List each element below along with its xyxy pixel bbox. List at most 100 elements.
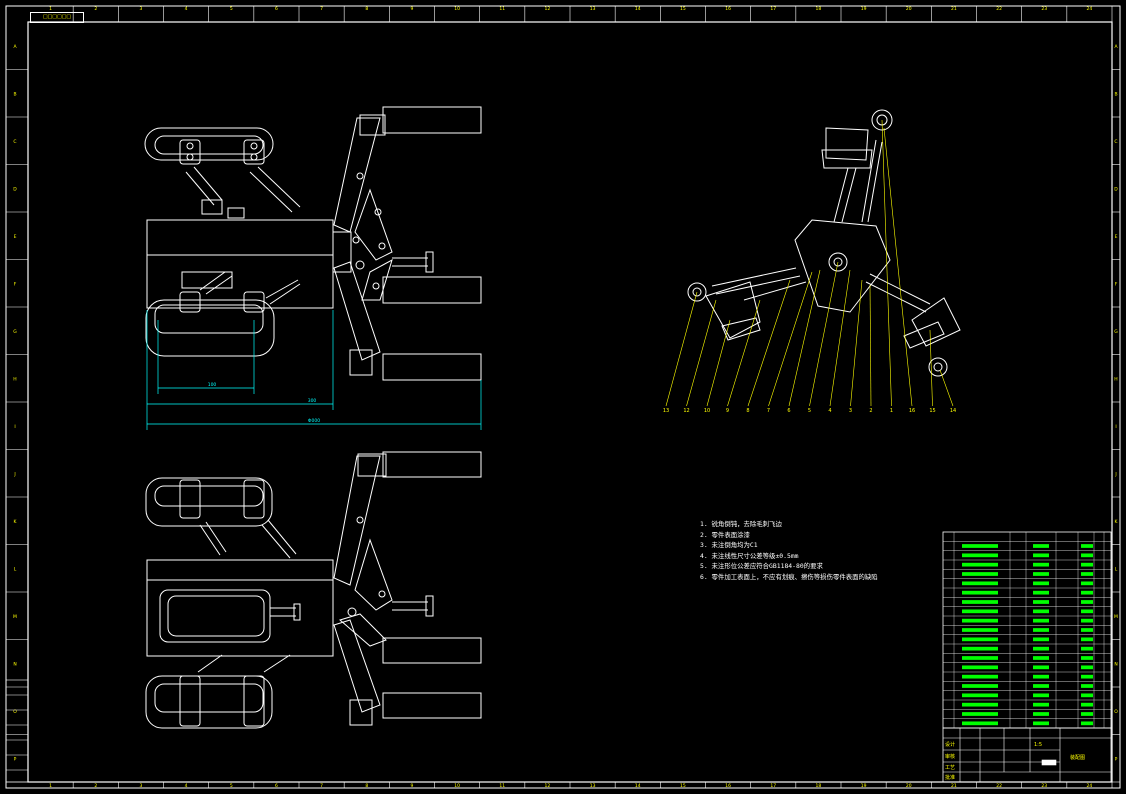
- leader-line: [881, 119, 892, 407]
- col-label: 13: [590, 6, 596, 12]
- bom-cell-mark: [1033, 628, 1049, 632]
- bom-cell-mark: [1033, 702, 1049, 707]
- balloon-number: 15: [929, 408, 935, 414]
- note-5: 5. 未注形位公差应符合GB1184-80的要求: [700, 562, 823, 571]
- outer-frame: [5, 5, 1121, 789]
- row-label: K: [1115, 519, 1119, 525]
- bom-cell-mark: [962, 600, 998, 604]
- row-label: I: [14, 424, 15, 430]
- title-label-design: 设计: [945, 741, 955, 748]
- bom-cell-mark: [1081, 656, 1093, 660]
- row-label: E: [14, 234, 17, 240]
- leader-line: [809, 261, 839, 407]
- leader-line: [706, 319, 731, 407]
- title-block: [942, 727, 1112, 783]
- bom-cell-mark: [1081, 637, 1093, 642]
- bom-cell-mark: [1033, 693, 1049, 698]
- balloon-number: 9: [726, 408, 729, 414]
- bom-cell-mark: [962, 562, 998, 567]
- row-label: A: [13, 44, 17, 50]
- bom-cell-mark: [1081, 684, 1093, 688]
- balloon-number: 12: [683, 408, 689, 414]
- bom-cell-mark: [1081, 693, 1093, 698]
- bom-cell-mark: [1033, 656, 1049, 660]
- col-label: 8: [365, 6, 368, 12]
- col-label: 24: [1087, 6, 1093, 12]
- bom-cell-mark: [1033, 572, 1049, 576]
- col-label: 6: [275, 6, 278, 12]
- bom-cell-mark: [1081, 581, 1093, 586]
- col-label: 22: [996, 783, 1002, 789]
- bom-cell-mark: [1081, 674, 1093, 679]
- row-label: L: [1115, 566, 1118, 572]
- col-label: 23: [1041, 6, 1047, 12]
- leader-line: [929, 329, 933, 407]
- balloon-leaders: [665, 119, 954, 407]
- row-label: H: [13, 376, 16, 382]
- leader-line: [665, 291, 698, 407]
- col-label: 5: [230, 6, 233, 12]
- bom-cell-mark: [1033, 600, 1049, 604]
- col-label: 20: [906, 783, 912, 789]
- col-label: 5: [230, 783, 233, 789]
- bom-cell-mark: [1081, 646, 1093, 651]
- bom-cell-mark: [1081, 628, 1093, 632]
- row-label: G: [1114, 329, 1118, 335]
- col-label: 2: [94, 6, 97, 12]
- note-4: 4. 未注线性尺寸公差等级±0.5mm: [700, 551, 799, 560]
- row-label: J: [1114, 471, 1116, 477]
- bom-cell-mark: [1033, 646, 1049, 651]
- bom-cell-mark: [962, 665, 998, 670]
- col-label: 18: [816, 783, 822, 789]
- bom-cell-mark: [1081, 572, 1093, 576]
- note-1: 1. 锐角倒钝，去除毛刺飞边: [700, 520, 782, 528]
- bom-cell-mark: [1081, 590, 1093, 595]
- balloon-number: 3: [849, 408, 852, 414]
- col-label: 4: [185, 6, 188, 12]
- dim-overall-length: Φ000: [308, 418, 320, 424]
- col-label: 18: [816, 6, 822, 12]
- col-label: 12: [545, 6, 551, 12]
- leader-line: [727, 299, 761, 407]
- bom-cell-mark: [1033, 684, 1049, 688]
- bom-cell-mark: [962, 646, 998, 651]
- row-label: P: [14, 756, 17, 762]
- col-label: 4: [185, 783, 188, 789]
- col-label: 3: [139, 6, 142, 12]
- bom-cell-mark: [962, 693, 998, 698]
- col-label: 22: [996, 6, 1002, 12]
- title-label-approve: 批准: [945, 774, 955, 781]
- bom-cell-mark: [962, 721, 998, 726]
- col-label: 7: [320, 783, 323, 789]
- row-label: A: [1114, 44, 1118, 50]
- bom-cell-mark: [1033, 581, 1049, 586]
- col-label: 10: [454, 783, 460, 789]
- row-label: L: [14, 566, 17, 572]
- row-label: J: [13, 471, 15, 477]
- bom-cell-mark: [1081, 702, 1093, 707]
- leader-line: [850, 279, 863, 407]
- col-label: 19: [861, 783, 867, 789]
- frame-zone-labels: 1122334455667788991010111112121313141415…: [13, 6, 1118, 789]
- row-label: C: [1114, 139, 1117, 145]
- balloon-number: 2: [869, 408, 872, 414]
- bom-cell-mark: [962, 712, 998, 716]
- leader-line: [788, 269, 821, 407]
- row-label: E: [1115, 234, 1118, 240]
- bom-cell-mark: [1033, 674, 1049, 679]
- balloon-number: 6: [787, 408, 790, 414]
- note-6: 6. 零件加工表面上，不应有划痕、擦伤等损伤零件表面的缺陷: [700, 572, 878, 581]
- col-label: 20: [906, 6, 912, 12]
- col-label: 14: [635, 783, 641, 789]
- col-label: 6: [275, 783, 278, 789]
- col-label: 9: [410, 783, 413, 789]
- bom-cell-mark: [962, 553, 998, 558]
- row-label: O: [13, 709, 17, 715]
- note-2: 2. 零件表面涂漆: [700, 530, 750, 539]
- leader-line: [686, 299, 717, 407]
- bom-cell-mark: [1033, 721, 1049, 726]
- col-label: 3: [139, 783, 142, 789]
- balloon-number: 16: [909, 408, 915, 414]
- balloon-number: 8: [746, 408, 749, 414]
- col-label: 7: [320, 6, 323, 12]
